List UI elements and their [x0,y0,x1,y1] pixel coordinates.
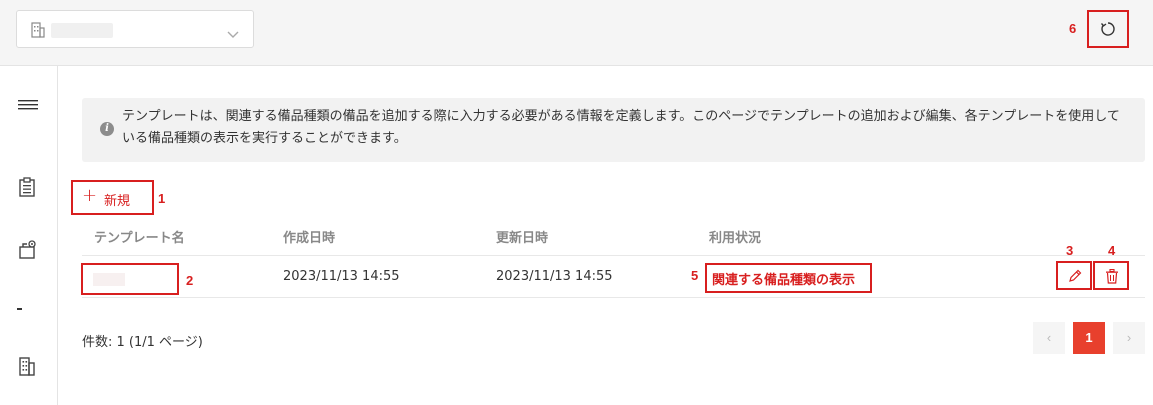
building-select-value: █████ [51,23,113,38]
delete-button[interactable] [1093,261,1129,290]
created-datetime: 2023/11/13 14:55 [283,269,400,284]
trash-icon [1106,269,1118,284]
row-divider [82,297,1145,298]
refresh-icon [1100,22,1115,36]
callout-4: 4 [1108,243,1116,258]
refresh-button[interactable] [1087,10,1129,48]
record-count: 件数: 1 (1/1 ページ) [82,335,203,350]
header-divider [82,255,1145,256]
callout-5: 5 [691,268,699,283]
new-button-label: 新規 [104,194,131,209]
plus-icon: + [82,185,98,206]
column-header-updated: 更新日時 [496,231,549,246]
template-name: ████ [93,273,125,286]
info-box: i テンプレートは、関連する備品種類の備品を追加する際に入力する必要がある情報を… [82,98,1145,162]
equipment-settings-icon[interactable] [18,239,38,263]
new-template-button[interactable]: + 新規 [71,180,154,215]
building-select[interactable]: █████ [16,10,254,48]
chevron-down-icon [227,24,239,43]
column-header-name: テンプレート名 [94,231,185,246]
building-icon [31,22,45,42]
view-related-equipment-types-link[interactable]: 関連する備品種類の表示 [705,263,872,293]
template-name-link[interactable]: ████ [81,263,179,295]
building-nav-icon[interactable] [18,356,36,380]
updated-datetime: 2023/11/13 14:55 [496,269,613,284]
callout-6: 6 [1069,21,1077,36]
callout-1: 1 [158,191,166,206]
callout-2: 2 [186,273,194,288]
page-1-button[interactable]: 1 [1073,322,1105,354]
column-header-created: 作成日時 [283,231,336,246]
top-bar: █████ 6 [0,0,1153,66]
callout-3: 3 [1066,243,1074,258]
prev-page-button[interactable]: ‹ [1033,322,1065,354]
clipboard-icon[interactable] [18,177,36,201]
next-page-button[interactable]: › [1113,322,1145,354]
pencil-icon [1069,269,1082,282]
info-text: テンプレートは、関連する備品種類の備品を追加する際に入力する必要がある情報を定義… [122,109,1120,146]
info-icon: i [100,122,114,136]
menu-icon[interactable] [18,96,38,115]
column-header-usage: 利用状況 [709,231,762,246]
edit-button[interactable] [1056,261,1092,290]
sidebar [0,66,58,405]
dash-icon [17,308,22,310]
